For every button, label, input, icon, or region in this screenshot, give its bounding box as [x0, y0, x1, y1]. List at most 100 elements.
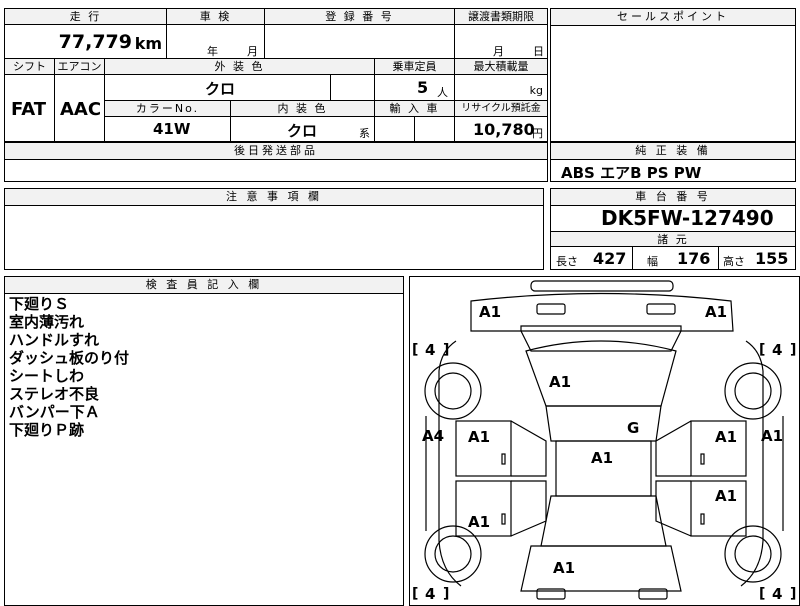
inspection-month: 月 — [247, 45, 258, 58]
capacity-unit: 人 — [437, 86, 448, 99]
equipment-value: ABS エアB PS PW — [561, 164, 702, 182]
mark-side-left: A4 — [422, 427, 444, 445]
inspection-label: 車 検 — [167, 9, 265, 25]
capacity-value: 5 — [417, 78, 429, 97]
length-value: 427 — [593, 249, 627, 268]
mileage-unit: km — [134, 34, 162, 53]
shift-label: シフト — [5, 59, 55, 75]
aircon-value: AAC — [60, 99, 102, 120]
wheel-rl — [424, 525, 482, 583]
left-side-outline — [438, 340, 462, 587]
mileage-cell: 77,779 km — [5, 25, 167, 59]
right-pillar-rear — [655, 480, 692, 537]
sales-point-box: セールスポイント — [550, 8, 796, 142]
inspection-cell: 年 月 — [167, 25, 265, 59]
shift-value: FAT — [11, 99, 47, 120]
mark-side-right: A1 — [761, 427, 783, 445]
roof-front — [545, 405, 662, 442]
mark-front-right: A1 — [705, 303, 727, 321]
inspector-line: シートしわ — [9, 367, 85, 385]
inspector-line: 下廻りＰ跡 — [9, 421, 85, 439]
registration-label: 登 録 番 号 — [265, 9, 455, 25]
interior-cell: クロ 系 — [231, 117, 375, 141]
interior-value: クロ — [287, 122, 318, 140]
tire-mark-fr: 4 — [772, 341, 782, 359]
exterior-value: クロ — [205, 80, 236, 98]
exterior-label: 外 装 色 — [105, 59, 375, 75]
load-cell: kg — [455, 75, 547, 101]
aircon-cell: AAC — [55, 75, 105, 141]
car-diagram: [] [] [] [] 4 4 4 4 A1 A1 A1 G A1 A4 A1 … — [412, 280, 796, 603]
left-pillar-front — [510, 420, 547, 477]
handle-rr — [700, 513, 705, 525]
inspector-line: バンパー下Ａ — [9, 403, 100, 421]
mark-door-fl: A1 — [468, 428, 490, 446]
front-outline — [470, 292, 734, 332]
registration-cell — [265, 25, 455, 59]
tire-mark-rr: 4 — [772, 585, 782, 603]
svg-text:[: [ — [759, 342, 765, 358]
dims-label: 諸 元 — [551, 231, 795, 247]
capacity-label: 乗車定員 — [375, 59, 455, 75]
height-value: 155 — [755, 249, 789, 268]
chassis-value: DK5FW-127490 — [601, 206, 774, 230]
tire-mark-fl: 4 — [425, 341, 435, 359]
mark-door-fr: A1 — [715, 428, 737, 446]
recycle-label: リサイクル預託金 — [455, 101, 547, 117]
svg-text:[: [ — [412, 342, 418, 358]
inspector-line: 室内薄汚れ — [9, 313, 85, 331]
import-cell-a — [375, 117, 415, 141]
import-label: 輸 入 車 — [375, 101, 455, 117]
aircon-label: エアコン — [55, 59, 105, 75]
grille-line — [520, 325, 682, 331]
svg-text:]: ] — [443, 342, 449, 358]
chassis-box: 車 台 番 号 DK5FW-127490 諸 元 長さ 427 幅 176 高さ… — [550, 188, 796, 270]
mark-roof: A1 — [591, 449, 613, 467]
mark-roof-g: G — [627, 419, 639, 437]
height-cell: 高さ 155 — [719, 247, 795, 269]
notes-box: 注 意 事 項 欄 — [4, 188, 544, 270]
height-label: 高さ — [723, 255, 745, 268]
mileage-label: 走 行 — [5, 9, 167, 25]
handle-rl — [501, 513, 506, 525]
equipment-label: 純 正 装 備 — [551, 143, 795, 160]
exterior-extra-cell — [331, 75, 375, 101]
inspector-line: ハンドルすれ — [9, 331, 100, 349]
damage-diagram-box: [] [] [] [] 4 4 4 4 A1 A1 A1 G A1 A4 A1 … — [409, 276, 800, 606]
color-no-cell: 41W — [105, 117, 231, 141]
inspector-line: ダッシュ板のり付 — [9, 349, 130, 367]
rear-window-outline — [540, 495, 667, 547]
interior-unit: 系 — [359, 127, 370, 140]
color-no-value: 41W — [153, 120, 191, 138]
width-cell: 幅 176 — [633, 247, 719, 269]
load-unit: kg — [529, 84, 543, 97]
mileage-value: 77,779 — [58, 31, 132, 53]
inspector-line: 下廻りＳ — [9, 295, 70, 313]
inspector-label: 検 査 員 記 入 欄 — [5, 277, 403, 294]
mark-front-left: A1 — [479, 303, 501, 321]
transfer-label: 譲渡書類期限 — [455, 9, 547, 25]
wheel-fl — [424, 362, 482, 420]
inspection-year: 年 — [207, 45, 218, 58]
import-cell-b — [415, 117, 455, 141]
headlight-left — [536, 303, 566, 315]
recycle-cell: 10,780 円 — [455, 117, 547, 141]
svg-text:]: ] — [790, 342, 796, 358]
recycle-value: 10,780 — [473, 120, 535, 139]
parts-label: 後日発送部品 — [5, 143, 547, 160]
mark-door-rl: A1 — [468, 513, 490, 531]
handle-fr — [700, 453, 705, 465]
front-bumper-outline — [530, 280, 674, 292]
mark-hood: A1 — [549, 373, 571, 391]
equipment-box: 純 正 装 備 ABS エアB PS PW — [550, 142, 796, 182]
width-label: 幅 — [647, 255, 658, 268]
right-pillar-front — [655, 420, 692, 477]
trunk-outline — [520, 545, 682, 592]
length-cell: 長さ 427 — [551, 247, 633, 269]
inspector-line: ステレオ不良 — [9, 385, 100, 403]
width-value: 176 — [677, 249, 711, 268]
recycle-unit: 円 — [532, 127, 543, 140]
vehicle-info-table: 走 行 車 検 登 録 番 号 譲渡書類期限 77,779 km 年 月 月 日… — [4, 8, 548, 142]
inspector-lines: 下廻りＳ 室内薄汚れ ハンドルすれ ダッシュ板のり付 シートしわ ステレオ不良 … — [9, 295, 129, 439]
length-label: 長さ — [556, 255, 578, 268]
